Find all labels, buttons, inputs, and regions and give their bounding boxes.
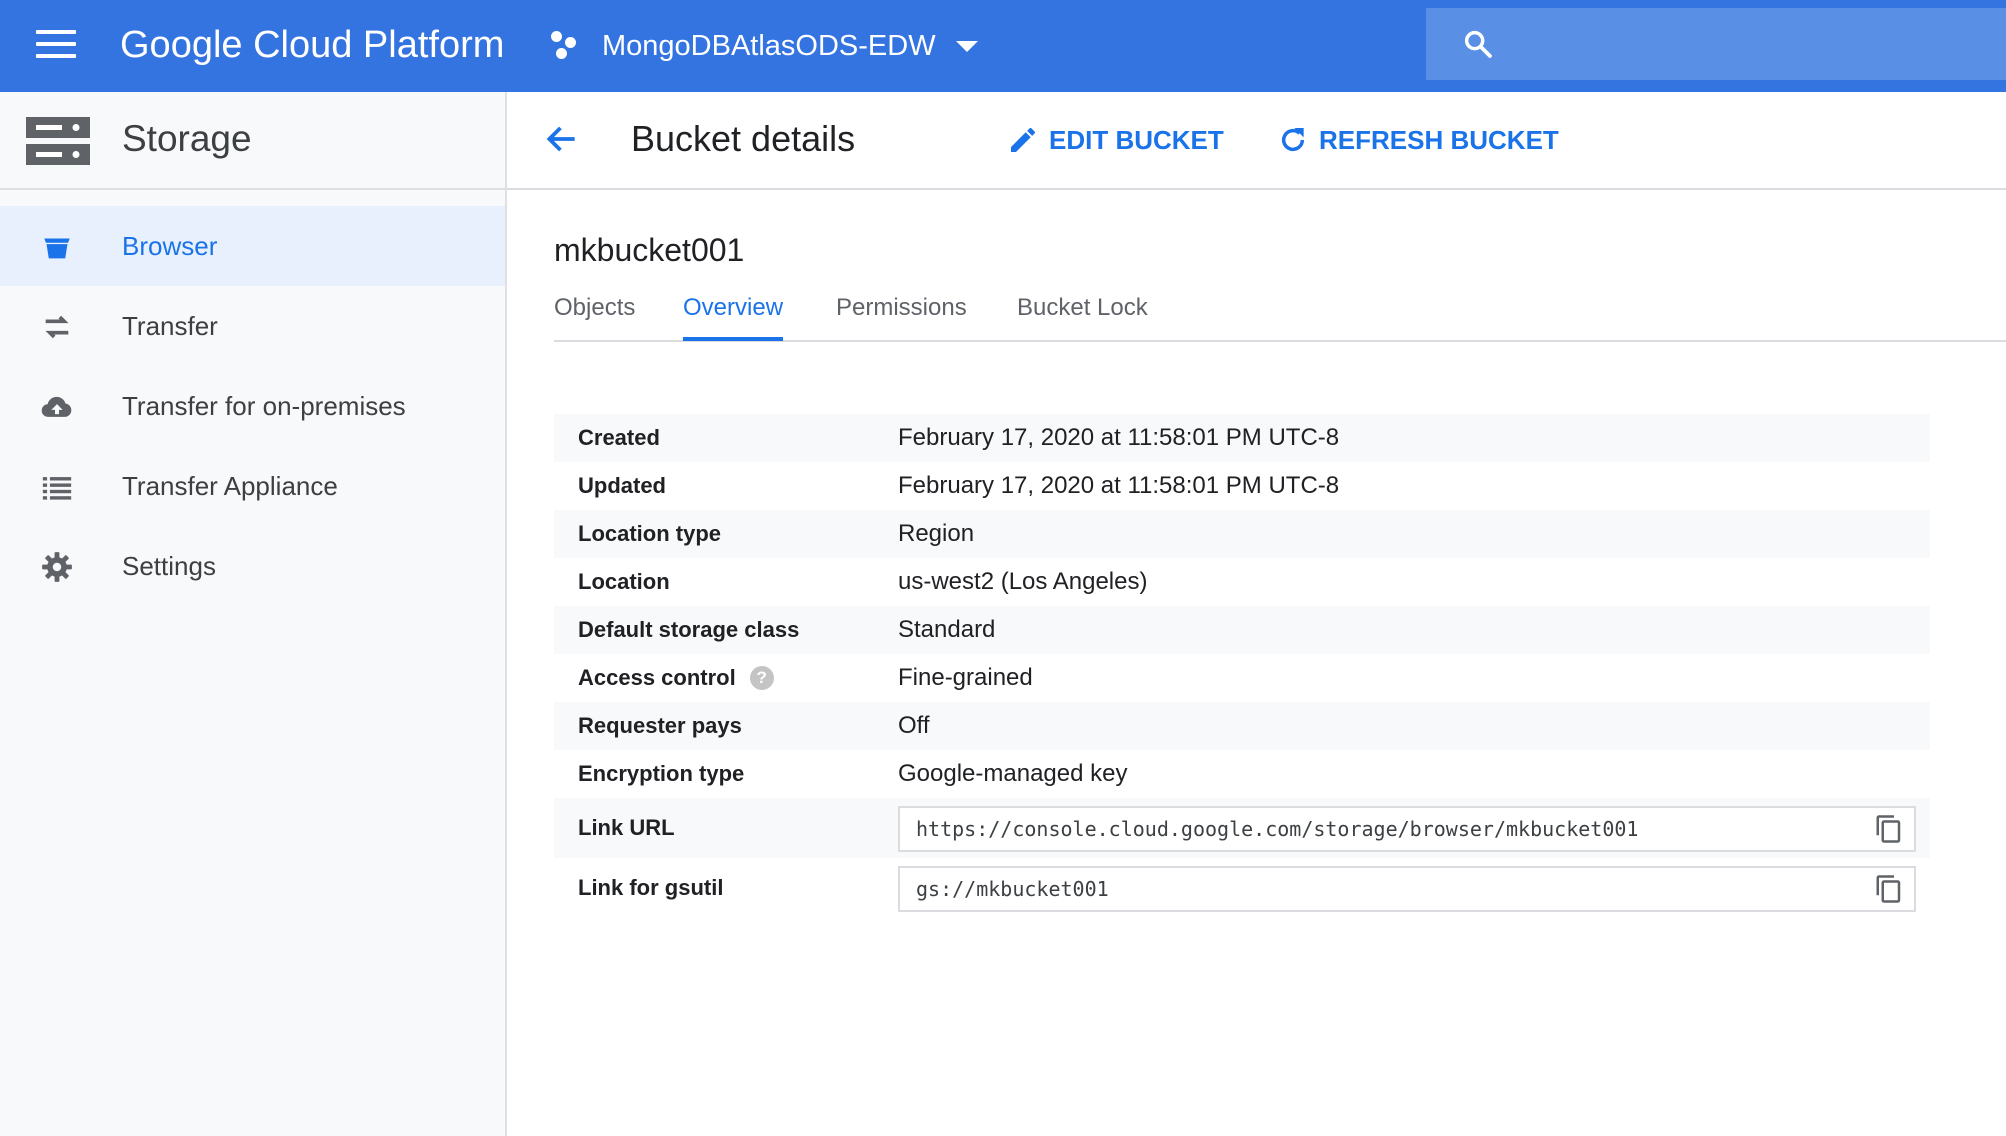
detail-key: Link for gsutil	[578, 875, 724, 900]
brand-title[interactable]: Google Cloud Platform	[120, 22, 504, 68]
detail-row-created: Created February 17, 2020 at 11:58:01 PM…	[554, 414, 1930, 462]
bucket-name: mkbucket001	[554, 232, 745, 268]
detail-key: Access control	[578, 665, 736, 690]
page-title: Bucket details	[631, 118, 856, 159]
detail-value: us-west2 (Los Angeles)	[898, 568, 1148, 595]
detail-row-requester-pays: Requester pays Off	[554, 702, 1930, 750]
page-header: Bucket details EDIT BUCKET REFRESH BUCKE…	[507, 92, 2006, 190]
sidebar-item-transfer[interactable]: Transfer	[0, 286, 505, 366]
sidebar-title: Storage	[122, 118, 252, 159]
pencil-icon	[1011, 127, 1035, 152]
storage-icon	[26, 117, 90, 165]
sidebar-item-label: Transfer	[122, 311, 218, 341]
refresh-bucket-button[interactable]: REFRESH BUCKET	[1277, 120, 1559, 160]
copy-icon[interactable]	[1874, 814, 1904, 844]
edit-bucket-button[interactable]: EDIT BUCKET	[1007, 120, 1224, 160]
tab-bucket-lock[interactable]: Bucket Lock	[1017, 288, 1148, 340]
menu-icon[interactable]	[36, 30, 76, 60]
sidebar-item-transfer-on-premises[interactable]: Transfer for on-premises	[0, 366, 505, 446]
sidebar-nav: Browser Transfer Transfer for on-premise…	[0, 206, 505, 606]
detail-value: Standard	[898, 616, 996, 643]
link-url-field[interactable]: https://console.cloud.google.com/storage…	[898, 806, 1916, 852]
search-input[interactable]	[1426, 8, 2006, 80]
detail-value: Fine-grained	[898, 664, 1033, 691]
detail-value: Off	[898, 712, 930, 739]
detail-value: February 17, 2020 at 11:58:01 PM UTC-8	[898, 472, 1340, 499]
cloud-upload-icon	[41, 396, 72, 417]
gsutil-link-field[interactable]: gs://mkbucket001	[898, 866, 1916, 912]
gsutil-link-value: gs://mkbucket001	[916, 877, 1109, 901]
detail-row-encryption-type: Encryption type Google-managed key	[554, 750, 1930, 798]
tab-permissions[interactable]: Permissions	[836, 288, 967, 340]
project-selector[interactable]: MongoDBAtlasODS-EDW	[550, 24, 978, 68]
detail-row-location-type: Location type Region	[554, 510, 1930, 558]
project-icon	[550, 29, 584, 63]
bucket-details-table: Created February 17, 2020 at 11:58:01 PM…	[554, 414, 1930, 918]
sidebar: Storage Browser Transfer Transfer for on…	[0, 92, 507, 1136]
sidebar-item-settings[interactable]: Settings	[0, 526, 505, 606]
detail-key: Created	[578, 425, 660, 450]
detail-key: Updated	[578, 473, 666, 498]
copy-icon[interactable]	[1874, 874, 1904, 904]
back-arrow-icon[interactable]	[543, 120, 581, 158]
sidebar-header: Storage	[0, 92, 505, 190]
search-icon	[1464, 30, 1492, 58]
transfer-arrows-icon	[45, 315, 69, 339]
detail-row-link-url: Link URL https://console.cloud.google.co…	[554, 798, 1930, 858]
tab-objects[interactable]: Objects	[554, 288, 635, 340]
detail-key-with-help: Access control ?	[578, 654, 774, 702]
bucket-icon	[44, 238, 70, 259]
tab-overview[interactable]: Overview	[683, 288, 784, 341]
help-icon[interactable]: ?	[749, 666, 774, 690]
detail-key: Requester pays	[578, 713, 742, 738]
detail-row-location: Location us-west2 (Los Angeles)	[554, 558, 1930, 606]
detail-value: Region	[898, 520, 975, 547]
detail-row-default-storage-class: Default storage class Standard	[554, 606, 1930, 654]
detail-key: Link URL	[578, 815, 675, 840]
detail-key: Encryption type	[578, 761, 745, 786]
detail-row-link-gsutil: Link for gsutil gs://mkbucket001	[554, 858, 1930, 918]
detail-row-access-control: Access control ? Fine-grained	[554, 654, 1930, 702]
detail-value: February 17, 2020 at 11:58:01 PM UTC-8	[898, 424, 1340, 451]
sidebar-item-label: Transfer Appliance	[122, 471, 338, 501]
sidebar-item-label: Settings	[122, 551, 216, 581]
detail-key: Location type	[578, 521, 722, 546]
detail-key: Location	[578, 569, 670, 594]
detail-row-updated: Updated February 17, 2020 at 11:58:01 PM…	[554, 462, 1930, 510]
gear-icon	[42, 552, 72, 582]
refresh-icon	[1281, 128, 1305, 152]
sidebar-item-label: Browser	[122, 231, 218, 261]
link-url-value: https://console.cloud.google.com/storage…	[916, 817, 1639, 841]
chevron-down-icon	[955, 40, 978, 52]
list-icon	[42, 477, 72, 500]
bucket-tabs: Objects Overview Permissions Bucket Lock	[554, 288, 2006, 342]
sidebar-item-label: Transfer for on-premises	[122, 391, 406, 421]
main-content: Bucket details EDIT BUCKET REFRESH BUCKE…	[507, 92, 2006, 1136]
detail-value: Google-managed key	[898, 760, 1128, 787]
sidebar-item-transfer-appliance[interactable]: Transfer Appliance	[0, 446, 505, 526]
refresh-bucket-label: REFRESH BUCKET	[1319, 124, 1559, 155]
sidebar-item-browser[interactable]: Browser	[0, 206, 505, 286]
project-name: MongoDBAtlasODS-EDW	[602, 30, 936, 62]
detail-key: Default storage class	[578, 617, 800, 642]
edit-bucket-label: EDIT BUCKET	[1049, 124, 1224, 155]
top-app-bar: Google Cloud Platform MongoDBAtlasODS-ED…	[0, 0, 2006, 92]
